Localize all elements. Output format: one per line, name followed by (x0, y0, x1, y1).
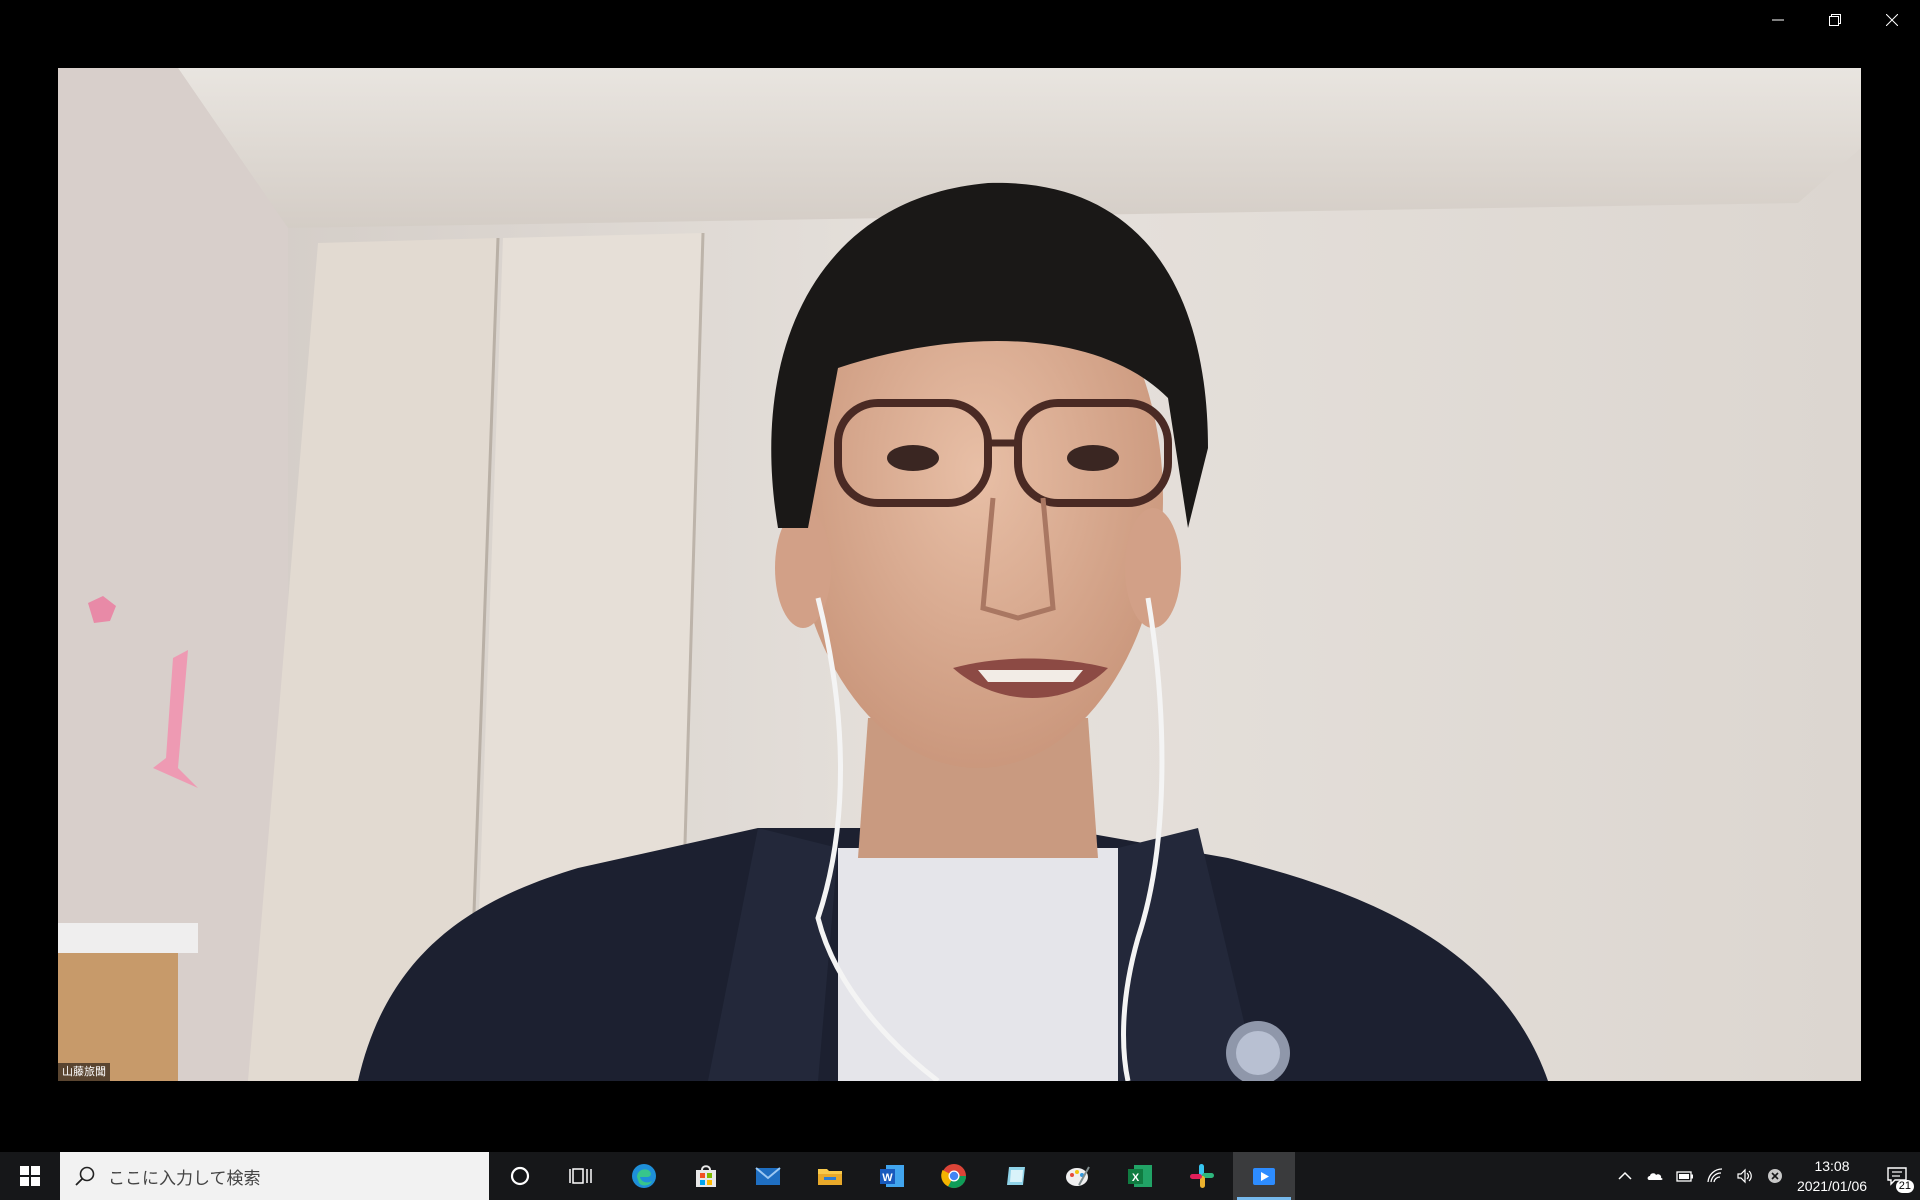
notes-button[interactable] (985, 1152, 1047, 1200)
ime-button[interactable] (1760, 1152, 1790, 1200)
chrome-button[interactable] (923, 1152, 985, 1200)
cortana-button[interactable] (489, 1152, 551, 1200)
battery-icon (1676, 1171, 1693, 1182)
task-view-button[interactable] (551, 1152, 613, 1200)
circle-icon (510, 1166, 530, 1186)
store-icon (696, 1165, 716, 1187)
volume-button[interactable] (1730, 1152, 1760, 1200)
svg-text:W: W (882, 1172, 893, 1184)
battery-button[interactable] (1670, 1152, 1700, 1200)
edge-icon (632, 1164, 656, 1188)
slack-icon (1190, 1164, 1214, 1188)
folder-icon (818, 1169, 842, 1185)
chevron-up-icon (1618, 1171, 1632, 1180)
video-app-icon (1253, 1168, 1275, 1185)
edge-button[interactable] (613, 1152, 675, 1200)
taskbar-search-box[interactable]: ここに入力して検索 (60, 1152, 489, 1200)
taskbar-clock[interactable]: 13:08 2021/01/06 (1790, 1156, 1874, 1196)
search-placeholder: ここに入力して検索 (108, 1168, 261, 1189)
minimize-icon (1771, 19, 1784, 21)
video-app-button[interactable] (1233, 1152, 1295, 1200)
taskbar: ここに入力して検索 W X 13:08 2021/01/06 21 (0, 1152, 1920, 1200)
action-center-button[interactable]: 21 (1874, 1152, 1920, 1200)
minimize-button[interactable] (1749, 0, 1806, 40)
mail-button[interactable] (737, 1152, 799, 1200)
store-button[interactable] (675, 1152, 737, 1200)
participant-name-tag: 山藤旅聞 (58, 1063, 110, 1081)
task-view-icon (569, 1168, 592, 1184)
excel-button[interactable]: X (1109, 1152, 1171, 1200)
system-tray: 13:08 2021/01/06 21 (1610, 1152, 1920, 1200)
search-icon (75, 1166, 95, 1186)
video-feed[interactable]: 山藤旅聞 (58, 68, 1861, 1081)
windows-icon (20, 1166, 40, 1186)
paint-icon (1066, 1166, 1090, 1186)
close-icon (1885, 14, 1898, 26)
notification-count-badge: 21 (1895, 1180, 1914, 1193)
restore-icon (1828, 14, 1841, 26)
start-button[interactable] (0, 1152, 60, 1200)
wifi-icon (1707, 1168, 1723, 1183)
excel-icon: X (1128, 1165, 1152, 1187)
clock-time: 13:08 (1814, 1158, 1850, 1174)
chrome-icon (941, 1164, 966, 1189)
slack-button[interactable] (1171, 1152, 1233, 1200)
onedrive-button[interactable] (1640, 1152, 1670, 1200)
show-hidden-icons-button[interactable] (1610, 1152, 1640, 1200)
onedrive-icon (1647, 1173, 1663, 1180)
close-button[interactable] (1863, 0, 1920, 40)
network-button[interactable] (1700, 1152, 1730, 1200)
clock-date: 2021/01/06 (1796, 1178, 1868, 1194)
restore-button[interactable] (1806, 0, 1863, 40)
participant-video-image (58, 68, 1861, 1081)
notes-icon (1007, 1167, 1025, 1185)
svg-text:X: X (1132, 1172, 1140, 1184)
paint-button[interactable] (1047, 1152, 1109, 1200)
mail-icon (755, 1167, 781, 1185)
ime-icon (1768, 1169, 1782, 1183)
word-button[interactable]: W (861, 1152, 923, 1200)
meeting-window: 山藤旅聞 (0, 0, 1920, 1152)
file-explorer-button[interactable] (799, 1152, 861, 1200)
window-controls (1749, 0, 1920, 40)
word-icon: W (880, 1165, 904, 1187)
volume-icon (1737, 1168, 1752, 1184)
